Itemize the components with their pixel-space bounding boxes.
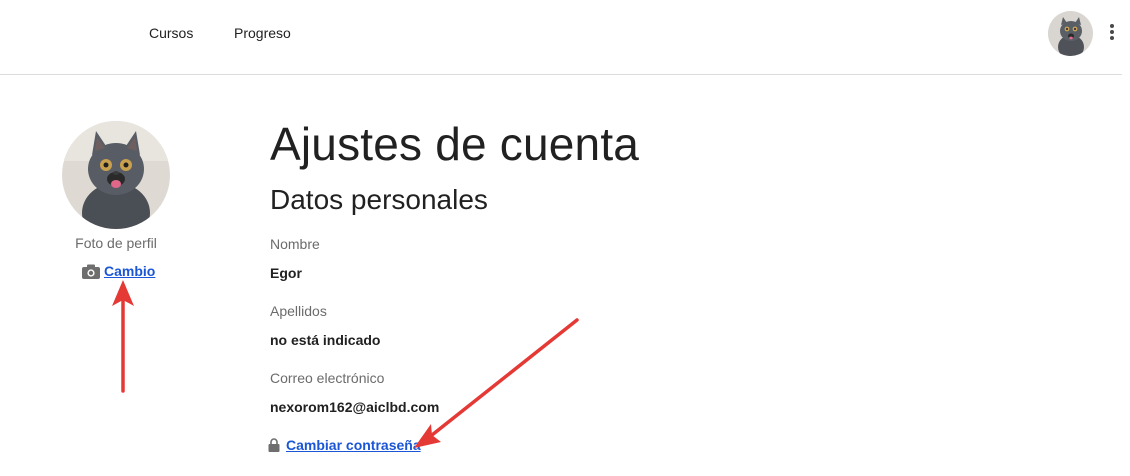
email-label: Correo electrónico	[270, 370, 385, 386]
cat-photo-icon	[62, 121, 170, 229]
nav-progress-link[interactable]: Progreso	[234, 25, 291, 41]
account-settings-page: Cursos Progreso Foto de perfil Cambio Aj…	[0, 0, 1130, 476]
camera-icon	[82, 264, 100, 279]
profile-photo	[62, 121, 170, 229]
lock-icon	[268, 438, 280, 452]
email-value: nexorom162@aiclbd.com	[270, 399, 440, 415]
arrow-to-change-photo	[112, 280, 134, 393]
user-avatar[interactable]	[1048, 11, 1093, 56]
last-name-label: Apellidos	[270, 303, 327, 319]
change-password-row: Cambiar contraseña	[268, 436, 421, 454]
last-name-value: no está indicado	[270, 332, 381, 348]
kebab-menu-icon[interactable]	[1107, 24, 1117, 42]
nav-courses-link[interactable]: Cursos	[149, 25, 193, 41]
cat-avatar-icon	[1048, 11, 1093, 56]
change-photo-link[interactable]: Cambio	[104, 263, 155, 279]
change-photo-row: Cambio	[82, 262, 155, 280]
top-navigation-bar: Cursos Progreso	[0, 0, 1122, 75]
arrow-to-change-password	[414, 318, 579, 448]
section-title: Datos personales	[270, 184, 488, 215]
first-name-label: Nombre	[270, 236, 320, 252]
change-password-link[interactable]: Cambiar contraseña	[286, 437, 421, 453]
page-title: Ajustes de cuenta	[270, 118, 640, 170]
first-name-value: Egor	[270, 265, 302, 281]
profile-photo-caption: Foto de perfil	[75, 235, 157, 251]
